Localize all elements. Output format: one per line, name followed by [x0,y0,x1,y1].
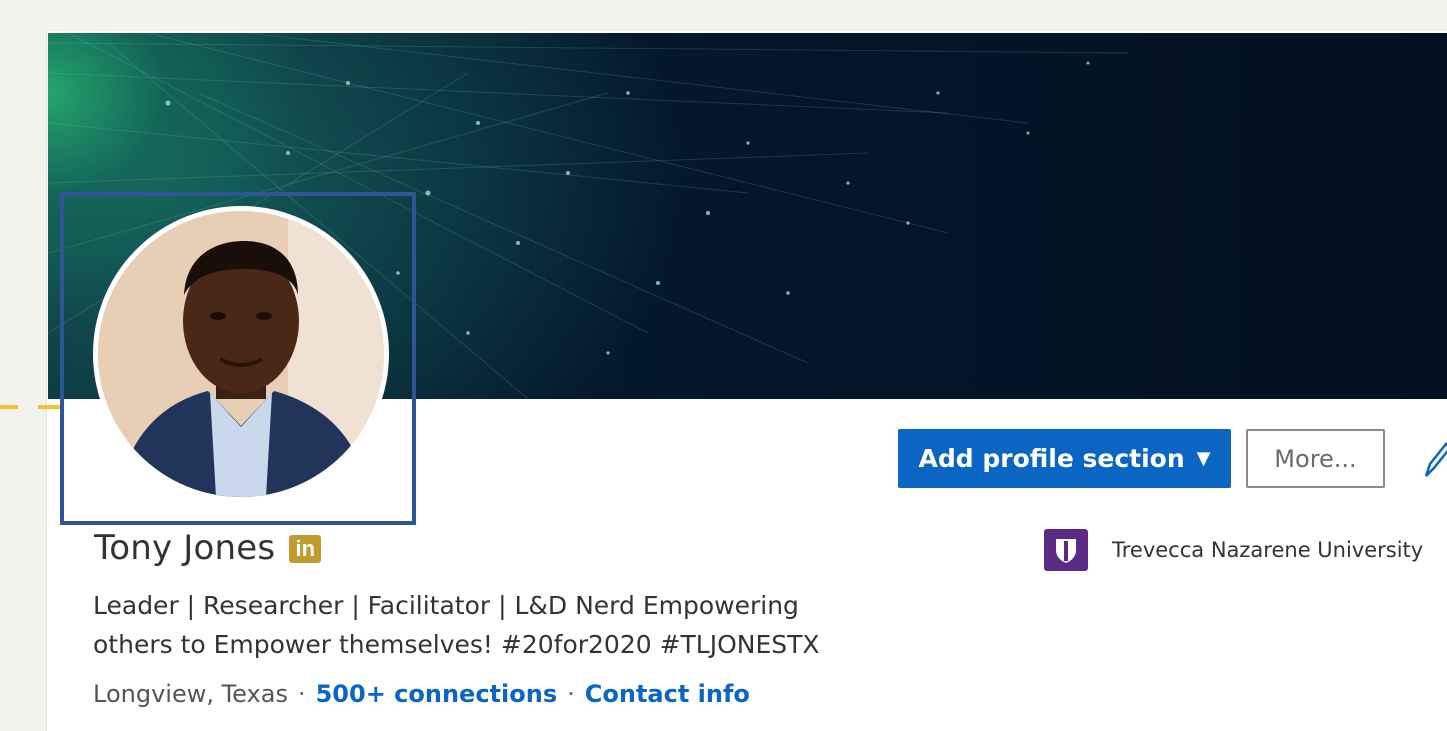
pencil-icon[interactable] [1422,440,1447,480]
headline-line: others to Empower themselves! #20for2020… [93,630,820,659]
education-item[interactable]: Trevecca Nazarene University [1044,529,1423,571]
location-text: Longview, Texas [93,680,288,708]
annotation-dash [0,405,18,409]
more-label: More... [1274,444,1357,473]
name-row: Tony Jones in [94,528,322,568]
profile-name: Tony Jones [94,528,276,568]
separator: · [297,680,306,708]
school-name: Trevecca Nazarene University [1112,538,1424,562]
photo-highlight-box [60,192,416,525]
separator: · [567,680,575,708]
add-profile-section-label: Add profile section [918,444,1185,473]
profile-headline: Leader | Researcher | Facilitator | L&D … [93,586,993,664]
caret-down-icon: ▼ [1196,448,1211,469]
linkedin-badge-icon: in [289,535,322,563]
connections-link[interactable]: 500+ connections [316,680,558,708]
add-profile-section-button[interactable]: Add profile section ▼ [898,429,1231,488]
more-button[interactable]: More... [1246,429,1385,488]
annotation-dash [38,405,60,409]
university-shield-icon [1044,529,1088,571]
contact-info-link[interactable]: Contact info [585,680,750,708]
headline-line: Leader | Researcher | Facilitator | L&D … [93,591,799,620]
location-row: Longview, Texas · 500+ connections · Contact… [93,680,750,708]
